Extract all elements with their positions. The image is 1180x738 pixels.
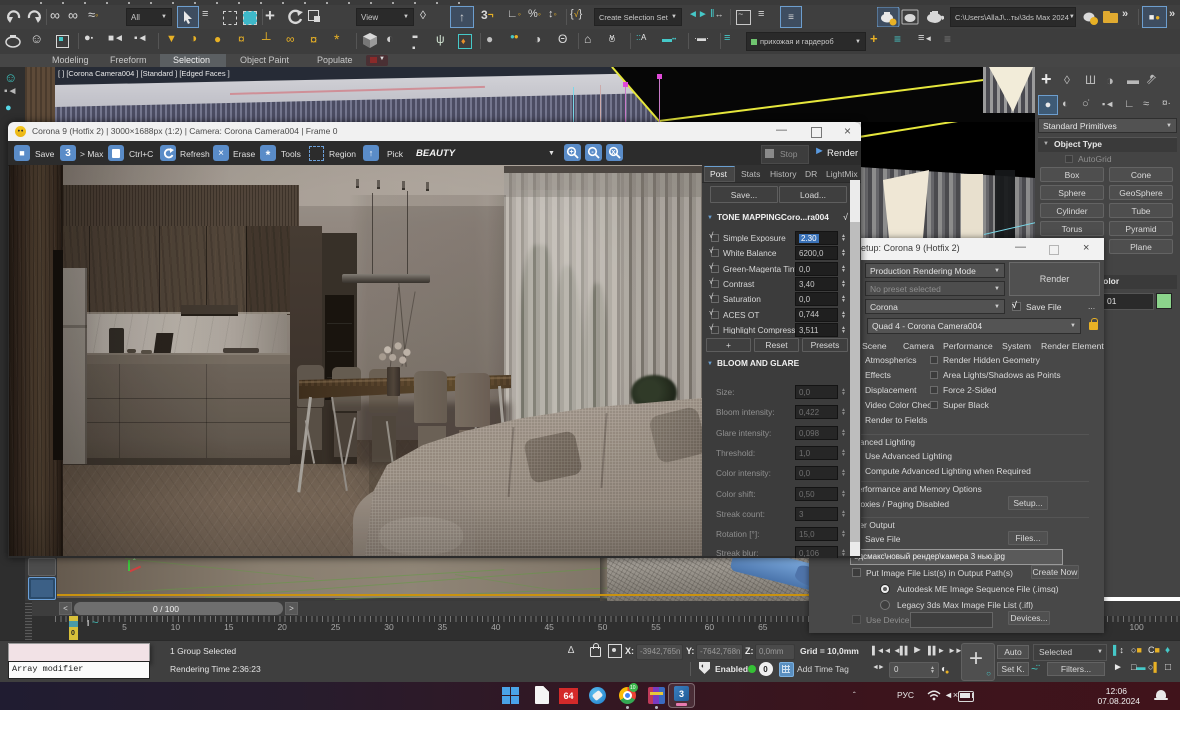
- svg-text:+: +: [569, 149, 573, 156]
- svg-text:x: x: [612, 149, 616, 156]
